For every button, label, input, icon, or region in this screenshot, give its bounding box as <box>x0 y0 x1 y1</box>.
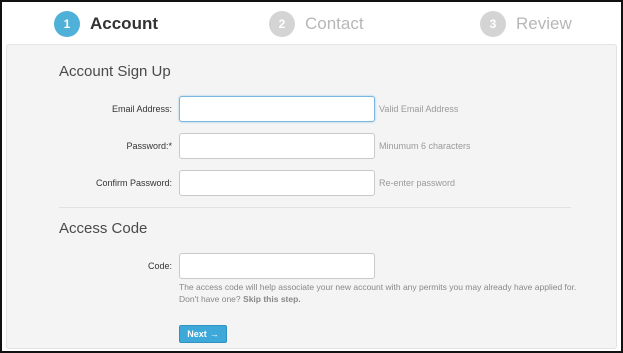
confirm-password-input[interactable] <box>179 170 375 196</box>
password-input[interactable] <box>179 133 375 159</box>
step-review[interactable]: 3 Review <box>480 11 572 37</box>
email-hint: Valid Email Address <box>379 104 459 114</box>
signup-form-panel: Account Sign Up Email Address: Valid Ema… <box>6 44 617 349</box>
step-number-badge: 1 <box>54 11 80 37</box>
account-signup-heading: Account Sign Up <box>59 63 171 80</box>
signup-wizard: 1 Account 2 Contact 3 Review Account Sig… <box>0 0 623 353</box>
access-code-help: The access code will help associate your… <box>179 281 579 305</box>
next-button[interactable]: Next → <box>179 325 227 343</box>
step-label: Review <box>516 14 572 33</box>
confirm-password-label: Confirm Password: <box>95 178 172 188</box>
section-divider <box>59 207 571 208</box>
step-contact[interactable]: 2 Contact <box>269 11 364 37</box>
password-label: Password:* <box>126 141 172 151</box>
access-code-help-text: The access code will help associate your… <box>179 282 577 304</box>
next-button-label: Next <box>187 329 207 339</box>
step-number-badge: 2 <box>269 11 295 37</box>
code-label: Code: <box>147 261 172 271</box>
step-label: Contact <box>305 14 364 33</box>
step-account[interactable]: 1 Account <box>54 11 158 37</box>
wizard-stepper: 1 Account 2 Contact 3 Review <box>2 2 621 44</box>
email-input[interactable] <box>179 96 375 122</box>
access-code-input[interactable] <box>179 253 375 279</box>
email-label: Email Address: <box>111 104 172 114</box>
skip-step-link[interactable]: Skip this step. <box>243 294 301 304</box>
step-label: Account <box>90 14 158 33</box>
confirm-password-hint: Re-enter password <box>379 178 456 188</box>
access-code-heading: Access Code <box>59 220 148 237</box>
password-hint: Minumum 6 characters <box>379 141 471 151</box>
arrow-right-icon: → <box>209 329 219 339</box>
step-number-badge: 3 <box>480 11 506 37</box>
